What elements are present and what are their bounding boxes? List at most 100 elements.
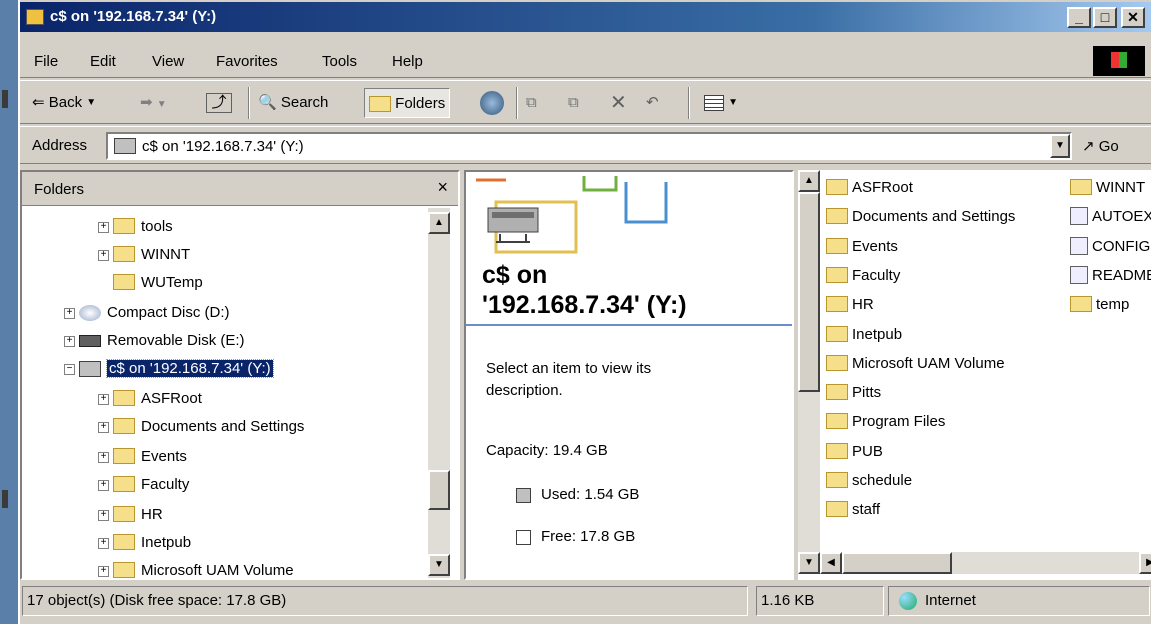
file-list-item-label: Program Files bbox=[852, 413, 946, 431]
expand-icon[interactable]: + bbox=[98, 451, 109, 463]
file-list-item-label: Faculty bbox=[852, 266, 901, 284]
views-button[interactable]: ▼ bbox=[704, 88, 738, 118]
scroll-right-button[interactable]: ▶ bbox=[1139, 552, 1151, 574]
tree-item[interactable]: + Faculty bbox=[98, 472, 189, 498]
menu-favorites[interactable]: Favorites bbox=[216, 53, 278, 70]
go-button[interactable]: ↗ Go bbox=[1082, 137, 1119, 155]
folders-button[interactable]: Folders bbox=[364, 88, 451, 118]
undo-icon: ↶ bbox=[646, 94, 659, 112]
history-button[interactable] bbox=[480, 88, 504, 118]
expand-icon[interactable]: + bbox=[98, 537, 109, 549]
file-list-item[interactable]: Events bbox=[826, 233, 898, 261]
folders-pane-title: Folders bbox=[34, 181, 85, 198]
forward-button[interactable]: ➡ ▼ bbox=[140, 88, 167, 118]
close-button[interactable]: ✕ bbox=[1121, 7, 1145, 28]
menu-file[interactable]: File bbox=[34, 53, 58, 70]
folder-icon bbox=[113, 448, 135, 465]
scroll-down-button[interactable]: ▼ bbox=[798, 552, 820, 574]
file-list-item[interactable]: Microsoft UAM Volume bbox=[826, 350, 1005, 378]
file-list-item[interactable]: CONFIG bbox=[1070, 233, 1151, 261]
file-list-item[interactable]: AUTOEX bbox=[1070, 203, 1151, 231]
tree-item[interactable]: + ASFRoot bbox=[98, 386, 202, 412]
tree-item[interactable]: + Removable Disk (E:) bbox=[64, 328, 245, 354]
move-to-icon: ⧉ bbox=[526, 94, 537, 112]
expand-icon[interactable]: + bbox=[64, 307, 75, 319]
system-file-icon bbox=[1070, 207, 1088, 226]
menu-edit[interactable]: Edit bbox=[90, 53, 116, 70]
title-bar[interactable]: c$ on '192.168.7.34' (Y:) _ □ ✕ bbox=[20, 2, 1151, 32]
menu-view[interactable]: View bbox=[152, 53, 184, 70]
expand-icon[interactable]: + bbox=[98, 509, 109, 521]
chevron-down-icon: ▼ bbox=[728, 97, 739, 109]
file-list-item[interactable]: staff bbox=[826, 496, 880, 524]
scroll-up-button[interactable]: ▲ bbox=[428, 212, 450, 234]
file-list-item[interactable]: temp bbox=[1070, 291, 1151, 319]
tree-item[interactable]: + Microsoft UAM Volume bbox=[98, 558, 294, 578]
expand-icon[interactable]: + bbox=[98, 565, 109, 577]
cd-drive-icon bbox=[79, 305, 101, 322]
expand-icon[interactable]: + bbox=[64, 335, 75, 347]
file-list-item[interactable]: WINNT bbox=[1070, 174, 1151, 202]
tree-item[interactable]: + Compact Disc (D:) bbox=[64, 300, 230, 326]
tree-item-label: ASFRoot bbox=[141, 390, 202, 407]
tree-item-selected[interactable]: − c$ on '192.168.7.34' (Y:) bbox=[64, 356, 274, 382]
address-dropdown-button[interactable]: ▼ bbox=[1050, 134, 1070, 158]
file-list-scrollbar[interactable]: ▲ bbox=[798, 170, 820, 552]
move-to-button[interactable]: ⧉ bbox=[526, 88, 537, 118]
maximize-button[interactable]: □ bbox=[1093, 7, 1117, 28]
expand-icon[interactable]: + bbox=[98, 249, 109, 261]
minimize-button[interactable]: _ bbox=[1067, 7, 1091, 28]
folder-icon bbox=[113, 418, 135, 435]
tree-item-label: c$ on '192.168.7.34' (Y:) bbox=[106, 359, 274, 378]
used-swatch bbox=[516, 487, 531, 503]
tree-item[interactable]: + Inetpub bbox=[98, 530, 191, 556]
delete-button[interactable]: ✕ bbox=[610, 88, 627, 118]
scroll-left-button[interactable]: ◀ bbox=[820, 552, 842, 574]
folder-icon bbox=[826, 354, 848, 371]
folder-icon bbox=[113, 218, 135, 235]
folders-scrollbar[interactable]: ▲ ▼ bbox=[428, 208, 450, 578]
file-list-item[interactable]: Pitts bbox=[826, 379, 881, 407]
tree-item[interactable]: WUTemp bbox=[113, 270, 203, 296]
back-button[interactable]: ⇐ Back ▼ bbox=[32, 88, 96, 118]
file-list-item[interactable]: Faculty bbox=[826, 262, 900, 290]
tree-item[interactable]: + Events bbox=[98, 444, 187, 470]
tree-item[interactable]: + WINNT bbox=[98, 242, 190, 268]
chevron-down-icon: ▼ bbox=[86, 97, 97, 109]
file-list-item[interactable]: Inetpub bbox=[826, 321, 902, 349]
tree-item[interactable]: + tools bbox=[98, 214, 173, 240]
file-list-item[interactable]: README bbox=[1070, 262, 1151, 290]
file-list-item[interactable]: PUB bbox=[826, 438, 883, 466]
file-list-item-label: Events bbox=[852, 237, 898, 255]
expand-icon[interactable]: + bbox=[98, 221, 109, 233]
capacity-text: Capacity: 19.4 GB bbox=[486, 442, 608, 459]
hscroll-thumb[interactable] bbox=[842, 552, 952, 574]
file-list-item[interactable]: HR bbox=[826, 291, 874, 319]
file-list-item[interactable]: Program Files bbox=[826, 408, 945, 436]
file-list-item[interactable]: schedule bbox=[826, 467, 912, 495]
title-divider bbox=[466, 324, 792, 326]
address-input[interactable]: c$ on '192.168.7.34' (Y:) ▼ bbox=[106, 132, 1072, 160]
search-icon: 🔍 bbox=[258, 94, 277, 112]
menu-help[interactable]: Help bbox=[392, 53, 423, 70]
file-list-hscrollbar[interactable]: ▼ ◀ ▶ bbox=[798, 552, 1151, 574]
scroll-thumb[interactable] bbox=[428, 470, 450, 510]
scroll-thumb[interactable] bbox=[798, 192, 820, 392]
undo-button[interactable]: ↶ bbox=[646, 88, 659, 118]
menu-tools[interactable]: Tools bbox=[322, 53, 357, 70]
file-list-item[interactable]: ASFRoot bbox=[826, 174, 913, 202]
scroll-up-button[interactable]: ▲ bbox=[798, 170, 820, 192]
expand-icon[interactable]: + bbox=[98, 421, 109, 433]
collapse-icon[interactable]: − bbox=[64, 363, 75, 375]
close-folders-pane-button[interactable]: × bbox=[437, 177, 448, 198]
tree-item[interactable]: + HR bbox=[98, 502, 163, 528]
expand-icon[interactable]: + bbox=[98, 393, 109, 405]
file-list-item[interactable]: Documents and Settings bbox=[826, 203, 1015, 231]
tree-item[interactable]: + Documents and Settings bbox=[98, 414, 304, 440]
copy-to-button[interactable]: ⧉ bbox=[568, 88, 579, 118]
file-list-item-label: Microsoft UAM Volume bbox=[852, 354, 1005, 372]
expand-icon[interactable]: + bbox=[98, 479, 109, 491]
scroll-down-button[interactable]: ▼ bbox=[428, 554, 450, 576]
up-folder-button[interactable]: ⤴ bbox=[206, 88, 232, 118]
search-button[interactable]: 🔍 Search bbox=[258, 88, 328, 118]
